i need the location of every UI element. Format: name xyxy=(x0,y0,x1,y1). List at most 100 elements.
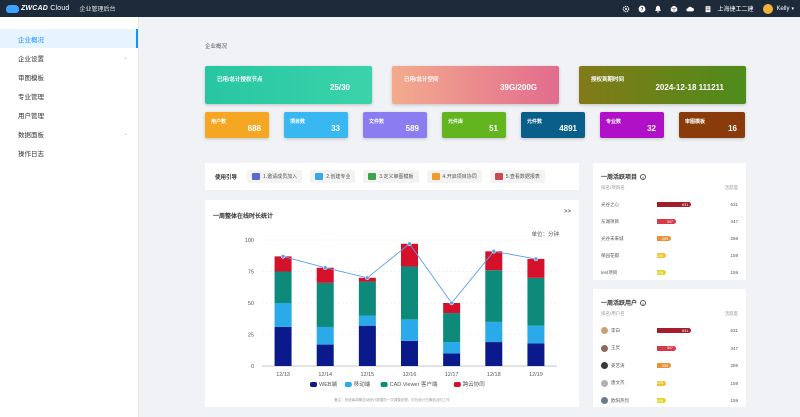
list-item[interactable]: 东湖项目 347 347 xyxy=(601,213,738,230)
activity-value: 259 xyxy=(730,236,738,241)
guide-step-label: 5.查看数据报表 xyxy=(505,174,540,180)
info-icon[interactable]: i xyxy=(640,174,647,180)
item-name-wrap: 欧阳热烈 xyxy=(601,397,656,405)
stat-files[interactable]: 文件数 589 xyxy=(363,112,427,138)
sidebar-item-review-templates[interactable]: 审图模板 xyxy=(0,67,138,86)
card-label: 授权到期时间 xyxy=(591,77,625,83)
activity-bar-label: 259 xyxy=(661,363,669,368)
help-icon[interactable]: ? xyxy=(638,5,646,13)
card-label: 已用/总计空间 xyxy=(404,77,439,83)
bar-segment xyxy=(358,315,376,326)
trend-point xyxy=(322,265,328,270)
x-tick-label: 12/16 xyxy=(403,372,417,378)
info-icon[interactable]: i xyxy=(640,300,647,306)
stat-users[interactable]: 用户数 688 xyxy=(205,112,269,138)
activity-value: 159 xyxy=(730,398,738,404)
list-item[interactable]: 王炅 347 347 xyxy=(601,340,738,358)
item-name-wrap: 王炅 xyxy=(601,344,656,352)
card-value: 39G/200G xyxy=(500,83,537,92)
usage-guide: 使用引导 1.邀请成员加入 2.创建专业 3.定义审图模板 4.开启项目协同 5… xyxy=(205,163,579,190)
user-avatar xyxy=(601,344,608,352)
logo[interactable]: ZWCAD Cloud xyxy=(6,4,70,13)
collab-icon xyxy=(431,173,440,180)
panel-title: 一周活跃用户 xyxy=(601,301,638,307)
user-avatar xyxy=(601,362,608,370)
card-license-expiry: 授权到期时间 2024-12-18 111211 xyxy=(579,66,746,104)
list-item[interactable]: 李白 631 631 xyxy=(601,322,738,340)
bar-segment xyxy=(274,303,292,327)
username[interactable]: Kelly xyxy=(776,6,789,12)
column-header: 活跃度 xyxy=(724,185,739,190)
guide-step-report[interactable]: 5.查看数据报表 xyxy=(489,170,545,183)
item-name-wrap: 东湖项目 xyxy=(601,219,656,225)
guide-step-invite[interactable]: 1.邀请成员加入 xyxy=(247,170,303,183)
list-item[interactable]: 保园花都 159 159 xyxy=(601,247,738,264)
bar-segment xyxy=(316,282,334,327)
list-item[interactable]: 唐文杰 159 159 xyxy=(601,375,738,393)
stat-disciplines[interactable]: 专业数 32 xyxy=(600,112,664,138)
list-item[interactable]: 光谷未来城 259 259 xyxy=(601,230,738,247)
sidebar-item-logs[interactable]: 操作日志 xyxy=(0,143,138,162)
user-avatar[interactable] xyxy=(763,3,774,14)
chevron-down-icon[interactable]: ▾ xyxy=(791,6,794,12)
app-title: 企业管理后台 xyxy=(79,7,116,13)
list-item[interactable]: test项目 159 159 xyxy=(601,264,738,281)
more-link[interactable]: >> xyxy=(564,209,571,215)
guide-step-label: 2.创建专业 xyxy=(326,174,351,180)
bar-segment xyxy=(316,326,334,345)
card-value: 25/30 xyxy=(329,83,350,92)
bar-segment xyxy=(527,258,545,278)
stat-review-templates[interactable]: 审图模板 16 xyxy=(679,112,745,138)
sidebar-item-label: 操作日志 xyxy=(18,150,44,158)
y-tick-label: 75 xyxy=(248,270,254,276)
sidebar-item-dashboard[interactable]: 数据面板 ⌄ xyxy=(0,124,138,143)
stat-label: 元件数 xyxy=(527,119,543,125)
bell-icon[interactable] xyxy=(654,5,662,13)
bar-segment xyxy=(401,319,418,341)
company-name[interactable]: 上海捷工二建 xyxy=(717,4,753,13)
trend-point xyxy=(533,256,539,262)
cloud-icon[interactable] xyxy=(686,5,695,13)
sidebar-item-disciplines[interactable]: 专业管理 xyxy=(0,86,138,105)
bar-segment xyxy=(358,281,376,316)
trend-point xyxy=(365,275,370,281)
activity-bar-label: 631 xyxy=(682,328,689,333)
online-duration-chart: 0 25 50 75 100 12/13 12/14 12/15 12/16 12/17 12/18… xyxy=(245,238,557,388)
sidebar-item-settings[interactable]: 企业设置 ⌄ xyxy=(0,48,138,67)
sidebar-item-overview[interactable]: 企业概况 xyxy=(0,29,138,48)
y-tick-label: 25 xyxy=(248,333,254,339)
bar-segment xyxy=(274,256,292,272)
stat-label: 元件库 xyxy=(448,119,464,125)
stat-projects[interactable]: 项目数 33 xyxy=(284,112,348,138)
y-tick-label: 0 xyxy=(251,364,254,370)
guide-step-create-discipline[interactable]: 2.创建专业 xyxy=(310,170,356,183)
bar-segment xyxy=(527,277,545,326)
stat-label: 项目数 xyxy=(290,119,306,125)
item-name: test项目 xyxy=(601,269,618,275)
item-name: 唐文杰 xyxy=(611,380,625,386)
card-license-nodes: 已用/总计授权节点 25/30 xyxy=(205,66,372,104)
active-users-panel: 一周活跃用户 i 排名/用户名 活跃度 李白 631 631 王炅 347 347 姜艺涛 259… xyxy=(593,289,746,407)
activity-bar-label: 347 xyxy=(666,346,674,351)
sidebar-item-users[interactable]: 用户管理 xyxy=(0,105,138,124)
stat-value: 16 xyxy=(728,124,737,133)
trend-point xyxy=(449,300,454,306)
stat-component-libraries[interactable]: 元件库 51 xyxy=(442,112,506,138)
stat-components[interactable]: 元件数 4891 xyxy=(521,112,585,138)
stat-value: 51 xyxy=(489,124,498,133)
guide-step-template[interactable]: 3.定义审图模板 xyxy=(363,170,419,183)
activity-bar-label: 347 xyxy=(666,219,674,224)
gear-icon[interactable] xyxy=(622,5,630,13)
sidebar-item-label: 用户管理 xyxy=(18,112,44,120)
activity-value: 259 xyxy=(730,363,738,369)
bar-segment xyxy=(485,251,503,271)
list-item[interactable]: 姜艺涛 259 259 xyxy=(601,357,738,375)
guide-step-collab[interactable]: 4.开启项目协同 xyxy=(426,170,482,183)
list-item[interactable]: 光谷之心 631 631 xyxy=(601,196,738,213)
active-projects-panel: 一周活跃项目 i 排名/项目名 活跃度 光谷之心 631 631 东湖项目 347 347 光谷… xyxy=(593,163,746,280)
sidebar: 企业概况 企业设置 ⌄ 审图模板 专业管理 用户管理 数据面板 ⌄ 操作日志 xyxy=(0,17,139,417)
list-item[interactable]: 欧阳热烈 159 159 xyxy=(601,392,738,410)
legend-swatch xyxy=(453,382,461,387)
box-icon[interactable] xyxy=(670,5,678,13)
stat-value: 33 xyxy=(331,124,340,133)
